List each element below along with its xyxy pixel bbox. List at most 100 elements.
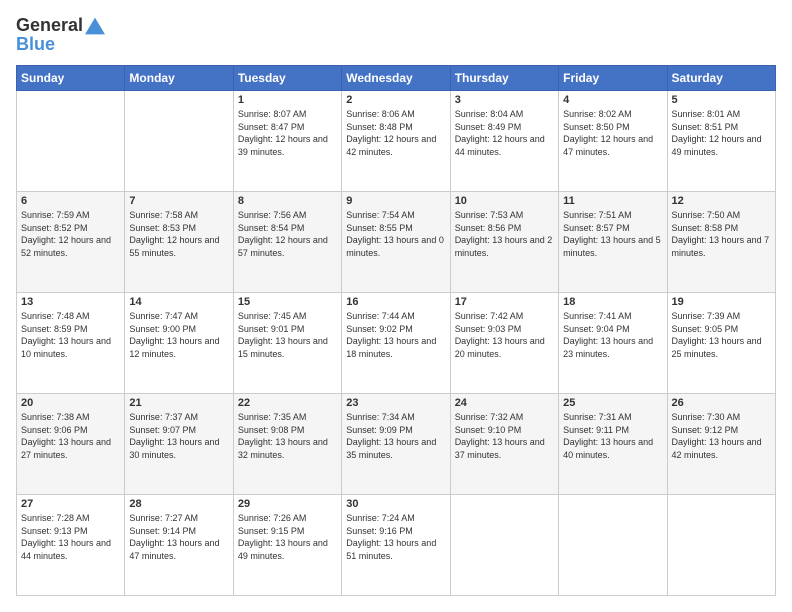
calendar-cell: 12 Sunrise: 7:50 AM Sunset: 8:58 PM Dayli…	[667, 192, 775, 293]
day-number: 18	[563, 296, 662, 308]
day-number: 7	[129, 195, 228, 207]
calendar-cell: 17 Sunrise: 7:42 AM Sunset: 9:03 PM Dayli…	[450, 293, 558, 394]
calendar-cell: 4Sunrise: 8:02 AM Sunset: 8:50 PM Daylig…	[559, 91, 667, 192]
day-info: Sunrise: 7:44 AM Sunset: 9:02 PM Dayligh…	[346, 310, 445, 360]
calendar-cell: 14 Sunrise: 7:47 AM Sunset: 9:00 PM Dayli…	[125, 293, 233, 394]
calendar-cell: 18 Sunrise: 7:41 AM Sunset: 9:04 PM Dayli…	[559, 293, 667, 394]
day-number: 23	[346, 397, 445, 409]
day-number: 27	[21, 498, 120, 510]
week-row-3: 13 Sunrise: 7:48 AM Sunset: 8:59 PM Dayli…	[17, 293, 776, 394]
day-info: Sunrise: 7:35 AM Sunset: 9:08 PM Dayligh…	[238, 411, 337, 461]
day-number: 12	[672, 195, 771, 207]
calendar-cell	[667, 495, 775, 596]
day-header-friday: Friday	[559, 66, 667, 91]
day-number: 15	[238, 296, 337, 308]
day-info: Sunrise: 7:48 AM Sunset: 8:59 PM Dayligh…	[21, 310, 120, 360]
day-number: 10	[455, 195, 554, 207]
day-info: Sunrise: 8:04 AM Sunset: 8:49 PM Dayligh…	[455, 108, 554, 158]
day-number: 20	[21, 397, 120, 409]
calendar-cell: 25Sunrise: 7:31 AM Sunset: 9:11 PM Dayli…	[559, 394, 667, 495]
week-row-5: 27 Sunrise: 7:28 AM Sunset: 9:13 PM Dayli…	[17, 495, 776, 596]
day-info: Sunrise: 7:28 AM Sunset: 9:13 PM Dayligh…	[21, 512, 120, 562]
day-number: 9	[346, 195, 445, 207]
logo: General Blue	[16, 16, 105, 55]
calendar-cell: 30 Sunrise: 7:24 AM Sunset: 9:16 PM Dayli…	[342, 495, 450, 596]
day-info: Sunrise: 7:42 AM Sunset: 9:03 PM Dayligh…	[455, 310, 554, 360]
day-header-saturday: Saturday	[667, 66, 775, 91]
calendar-cell	[17, 91, 125, 192]
day-info: Sunrise: 7:45 AM Sunset: 9:01 PM Dayligh…	[238, 310, 337, 360]
calendar-cell: 15 Sunrise: 7:45 AM Sunset: 9:01 PM Dayli…	[233, 293, 341, 394]
day-header-tuesday: Tuesday	[233, 66, 341, 91]
logo-text: General	[16, 16, 83, 36]
day-info: Sunrise: 7:53 AM Sunset: 8:56 PM Dayligh…	[455, 209, 554, 259]
week-row-2: 6 Sunrise: 7:59 AM Sunset: 8:52 PM Daylig…	[17, 192, 776, 293]
calendar-cell: 5 Sunrise: 8:01 AM Sunset: 8:51 PM Daylig…	[667, 91, 775, 192]
day-number: 16	[346, 296, 445, 308]
day-number: 17	[455, 296, 554, 308]
day-info: Sunrise: 7:59 AM Sunset: 8:52 PM Dayligh…	[21, 209, 120, 259]
calendar-cell: 3Sunrise: 8:04 AM Sunset: 8:49 PM Daylig…	[450, 91, 558, 192]
logo-blue: Blue	[16, 34, 105, 55]
day-number: 1	[238, 94, 337, 106]
calendar-cell: 13 Sunrise: 7:48 AM Sunset: 8:59 PM Dayli…	[17, 293, 125, 394]
day-number: 22	[238, 397, 337, 409]
day-number: 14	[129, 296, 228, 308]
day-info: Sunrise: 7:54 AM Sunset: 8:55 PM Dayligh…	[346, 209, 445, 259]
day-info: Sunrise: 8:01 AM Sunset: 8:51 PM Dayligh…	[672, 108, 771, 158]
day-number: 11	[563, 195, 662, 207]
day-header-wednesday: Wednesday	[342, 66, 450, 91]
calendar-cell: 24 Sunrise: 7:32 AM Sunset: 9:10 PM Dayli…	[450, 394, 558, 495]
calendar-cell: 7 Sunrise: 7:58 AM Sunset: 8:53 PM Daylig…	[125, 192, 233, 293]
calendar-cell: 9 Sunrise: 7:54 AM Sunset: 8:55 PM Daylig…	[342, 192, 450, 293]
day-header-sunday: Sunday	[17, 66, 125, 91]
calendar-cell: 26Sunrise: 7:30 AM Sunset: 9:12 PM Dayli…	[667, 394, 775, 495]
day-info: Sunrise: 7:34 AM Sunset: 9:09 PM Dayligh…	[346, 411, 445, 461]
day-info: Sunrise: 8:07 AM Sunset: 8:47 PM Dayligh…	[238, 108, 337, 158]
day-info: Sunrise: 7:24 AM Sunset: 9:16 PM Dayligh…	[346, 512, 445, 562]
calendar-cell: 22 Sunrise: 7:35 AM Sunset: 9:08 PM Dayli…	[233, 394, 341, 495]
day-info: Sunrise: 7:47 AM Sunset: 9:00 PM Dayligh…	[129, 310, 228, 360]
day-number: 24	[455, 397, 554, 409]
day-info: Sunrise: 7:32 AM Sunset: 9:10 PM Dayligh…	[455, 411, 554, 461]
day-number: 28	[129, 498, 228, 510]
header: General Blue	[16, 16, 776, 55]
calendar-cell: 27 Sunrise: 7:28 AM Sunset: 9:13 PM Dayli…	[17, 495, 125, 596]
day-info: Sunrise: 7:58 AM Sunset: 8:53 PM Dayligh…	[129, 209, 228, 259]
day-info: Sunrise: 7:38 AM Sunset: 9:06 PM Dayligh…	[21, 411, 120, 461]
day-info: Sunrise: 8:06 AM Sunset: 8:48 PM Dayligh…	[346, 108, 445, 158]
day-number: 4	[563, 94, 662, 106]
calendar-cell: 6 Sunrise: 7:59 AM Sunset: 8:52 PM Daylig…	[17, 192, 125, 293]
day-number: 25	[563, 397, 662, 409]
day-info: Sunrise: 7:50 AM Sunset: 8:58 PM Dayligh…	[672, 209, 771, 259]
day-number: 6	[21, 195, 120, 207]
day-info: Sunrise: 7:27 AM Sunset: 9:14 PM Dayligh…	[129, 512, 228, 562]
day-header-thursday: Thursday	[450, 66, 558, 91]
day-number: 5	[672, 94, 771, 106]
calendar-cell	[125, 91, 233, 192]
week-row-1: 1 Sunrise: 8:07 AM Sunset: 8:47 PM Daylig…	[17, 91, 776, 192]
day-number: 30	[346, 498, 445, 510]
day-number: 13	[21, 296, 120, 308]
calendar-cell: 11 Sunrise: 7:51 AM Sunset: 8:57 PM Dayli…	[559, 192, 667, 293]
day-header-monday: Monday	[125, 66, 233, 91]
day-info: Sunrise: 7:41 AM Sunset: 9:04 PM Dayligh…	[563, 310, 662, 360]
day-number: 2	[346, 94, 445, 106]
day-info: Sunrise: 7:56 AM Sunset: 8:54 PM Dayligh…	[238, 209, 337, 259]
day-number: 8	[238, 195, 337, 207]
calendar-cell: 10 Sunrise: 7:53 AM Sunset: 8:56 PM Dayli…	[450, 192, 558, 293]
calendar-cell: 1 Sunrise: 8:07 AM Sunset: 8:47 PM Daylig…	[233, 91, 341, 192]
calendar-cell: 23 Sunrise: 7:34 AM Sunset: 9:09 PM Dayli…	[342, 394, 450, 495]
day-info: Sunrise: 7:51 AM Sunset: 8:57 PM Dayligh…	[563, 209, 662, 259]
day-number: 29	[238, 498, 337, 510]
calendar-cell	[559, 495, 667, 596]
day-info: Sunrise: 7:39 AM Sunset: 9:05 PM Dayligh…	[672, 310, 771, 360]
calendar-cell: 21Sunrise: 7:37 AM Sunset: 9:07 PM Dayli…	[125, 394, 233, 495]
calendar-cell: 20 Sunrise: 7:38 AM Sunset: 9:06 PM Dayli…	[17, 394, 125, 495]
calendar-cell	[450, 495, 558, 596]
day-info: Sunrise: 7:30 AM Sunset: 9:12 PM Dayligh…	[672, 411, 771, 461]
calendar-cell: 29Sunrise: 7:26 AM Sunset: 9:15 PM Dayli…	[233, 495, 341, 596]
calendar: SundayMondayTuesdayWednesdayThursdayFrid…	[16, 65, 776, 596]
calendar-cell: 16 Sunrise: 7:44 AM Sunset: 9:02 PM Dayli…	[342, 293, 450, 394]
day-number: 21	[129, 397, 228, 409]
